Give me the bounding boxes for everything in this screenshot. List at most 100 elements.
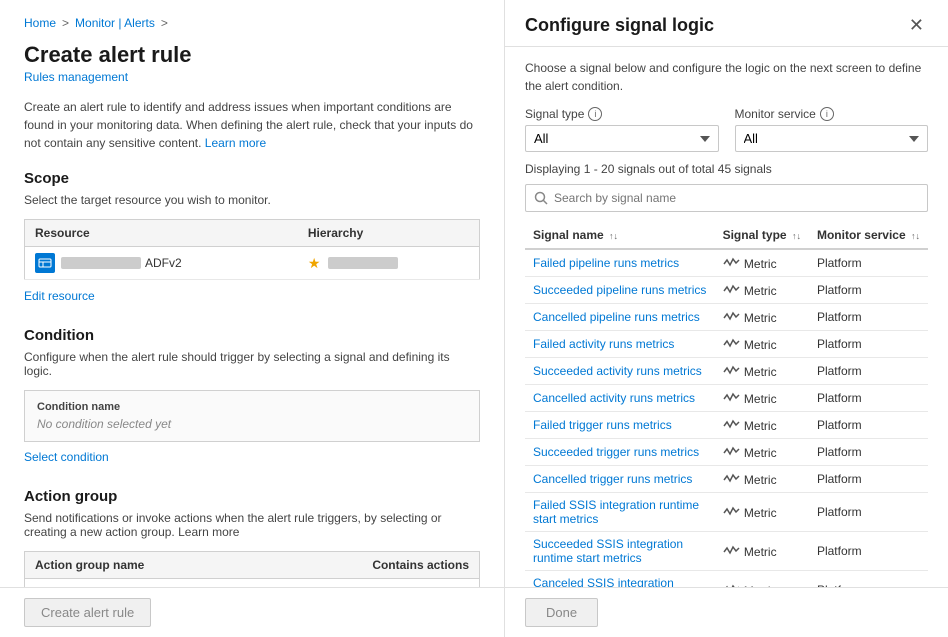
signal-table-row: Failed SSIS integration runtime start me… [525, 493, 928, 532]
monitor-service-filter: Monitor service i All Platform Log Analy… [735, 107, 929, 152]
metric-icon [723, 471, 741, 487]
resource-col-header: Resource [25, 220, 298, 247]
signal-name-link[interactable]: Failed trigger runs metrics [533, 418, 672, 432]
signal-type-select[interactable]: All Metric Log Activity Log [525, 125, 719, 152]
condition-title: Condition [24, 327, 480, 344]
action-group-desc: Send notifications or invoke actions whe… [24, 511, 480, 539]
rules-management-link[interactable]: Rules management [24, 70, 480, 84]
signal-name-link[interactable]: Failed pipeline runs metrics [533, 256, 679, 270]
signal-name-link[interactable]: Cancelled pipeline runs metrics [533, 310, 700, 324]
metric-icon [723, 255, 741, 271]
monitor-service-select[interactable]: All Platform Log Analytics Activity Log … [735, 125, 929, 152]
signal-type-text: Metric [741, 311, 777, 325]
signal-name-link[interactable]: Succeeded activity runs metrics [533, 364, 702, 378]
signal-name-link[interactable]: Canceled SSIS integration runtime start … [533, 576, 674, 587]
signal-type-text: Metric [741, 284, 777, 298]
resource-name-cell: ADFv2 [35, 253, 288, 273]
signal-type-cell: Metric [715, 249, 809, 277]
signal-table-row: Cancelled trigger runs metrics MetricPla… [525, 466, 928, 493]
signal-name-link[interactable]: Cancelled activity runs metrics [533, 391, 695, 405]
signal-type-cell: Metric [715, 532, 809, 571]
signal-table-row: Succeeded SSIS integration runtime start… [525, 532, 928, 571]
action-group-learn-more[interactable]: Learn more [178, 525, 239, 539]
signal-name-link[interactable]: Succeeded SSIS integration runtime start… [533, 537, 683, 565]
signal-name-col-header: Signal name ↑↓ [525, 222, 715, 249]
resource-name: ADFv2 [145, 256, 182, 270]
panel-intro: Choose a signal below and configure the … [525, 59, 928, 95]
signal-table-row: Cancelled pipeline runs metrics MetricPl… [525, 304, 928, 331]
condition-desc: Configure when the alert rule should tri… [24, 350, 480, 378]
signal-type-text: Metric [741, 338, 777, 352]
display-count: Displaying 1 - 20 signals out of total 4… [525, 162, 928, 176]
breadcrumb-monitor[interactable]: Monitor | Alerts [75, 16, 155, 30]
signal-panel: Configure signal logic ✕ Choose a signal… [505, 0, 948, 637]
resource-row: ADFv2 ★ [25, 247, 480, 280]
signal-type-cell: Metric [715, 304, 809, 331]
signal-table-row: Failed pipeline runs metrics MetricPlatf… [525, 249, 928, 277]
signal-name-link[interactable]: Succeeded pipeline runs metrics [533, 283, 706, 297]
filter-row: Signal type i All Metric Log Activity Lo… [525, 107, 928, 152]
done-button[interactable]: Done [525, 598, 598, 627]
signal-search-input[interactable] [525, 184, 928, 212]
monitor-service-cell: Platform [809, 358, 928, 385]
signal-table-row: Succeeded trigger runs metrics MetricPla… [525, 439, 928, 466]
scope-desc: Select the target resource you wish to m… [24, 193, 480, 207]
signal-type-text: Metric [741, 419, 777, 433]
hierarchy-blur [328, 257, 398, 269]
panel-title: Configure signal logic [525, 15, 714, 36]
signal-type-sort[interactable]: ↑↓ [792, 231, 801, 241]
close-button[interactable]: ✕ [905, 14, 928, 36]
signal-table-body: Failed pipeline runs metrics MetricPlatf… [525, 249, 928, 587]
monitor-service-col-header: Monitor service ↑↓ [809, 222, 928, 249]
signal-type-cell: Metric [715, 466, 809, 493]
resource-icon [35, 253, 55, 273]
metric-icon [723, 363, 741, 379]
signal-name-sort[interactable]: ↑↓ [609, 231, 618, 241]
signal-name-link[interactable]: Succeeded trigger runs metrics [533, 445, 699, 459]
action-contains-col-header: Contains actions [264, 552, 480, 579]
description-learn-more[interactable]: Learn more [205, 136, 266, 150]
signal-name-link[interactable]: Cancelled trigger runs metrics [533, 472, 692, 486]
signal-type-col-header: Signal type ↑↓ [715, 222, 809, 249]
condition-no-value: No condition selected yet [37, 417, 467, 431]
signal-type-text: Metric [741, 545, 777, 559]
monitor-service-sort[interactable]: ↑↓ [911, 231, 920, 241]
monitor-service-info-icon: i [820, 107, 834, 121]
edit-resource-link[interactable]: Edit resource [24, 289, 95, 303]
monitor-service-cell: Platform [809, 466, 928, 493]
metric-icon [723, 417, 741, 433]
monitor-service-cell: Platform [809, 331, 928, 358]
metric-icon [723, 543, 741, 559]
metric-icon [723, 282, 741, 298]
signal-type-cell: Metric [715, 385, 809, 412]
metric-icon [723, 504, 741, 520]
signal-name-link[interactable]: Failed activity runs metrics [533, 337, 674, 351]
hierarchy-col-header: Hierarchy [298, 220, 480, 247]
monitor-service-cell: Platform [809, 412, 928, 439]
monitor-service-cell: Platform [809, 385, 928, 412]
panel-footer: Done [505, 587, 948, 637]
monitor-service-cell: Platform [809, 532, 928, 571]
condition-box: Condition name No condition selected yet [24, 390, 480, 442]
metric-icon [723, 309, 741, 325]
signal-table-row: Succeeded pipeline runs metrics MetricPl… [525, 277, 928, 304]
action-group-title: Action group [24, 488, 480, 505]
signal-name-link[interactable]: Failed SSIS integration runtime start me… [533, 498, 699, 526]
signal-type-info-icon: i [588, 107, 602, 121]
select-condition-link[interactable]: Select condition [24, 450, 480, 464]
breadcrumb-sep2: > [161, 16, 168, 30]
signal-type-text: Metric [741, 446, 777, 460]
monitor-service-label: Monitor service i [735, 107, 929, 121]
star-icon: ★ [308, 255, 321, 272]
scope-title: Scope [24, 170, 480, 187]
signal-type-text: Metric [741, 506, 777, 520]
create-alert-button[interactable]: Create alert rule [24, 598, 151, 627]
panel-header: Configure signal logic ✕ [505, 0, 948, 47]
signal-table-row: Failed trigger runs metrics Metric Platfo… [525, 412, 928, 439]
resource-table: Resource Hierarchy [24, 219, 480, 280]
breadcrumb-home[interactable]: Home [24, 16, 56, 30]
signal-type-cell: Metric [715, 331, 809, 358]
metric-icon [723, 336, 741, 352]
signal-type-cell: Metric [715, 412, 809, 439]
signal-type-text: Metric [741, 257, 777, 271]
